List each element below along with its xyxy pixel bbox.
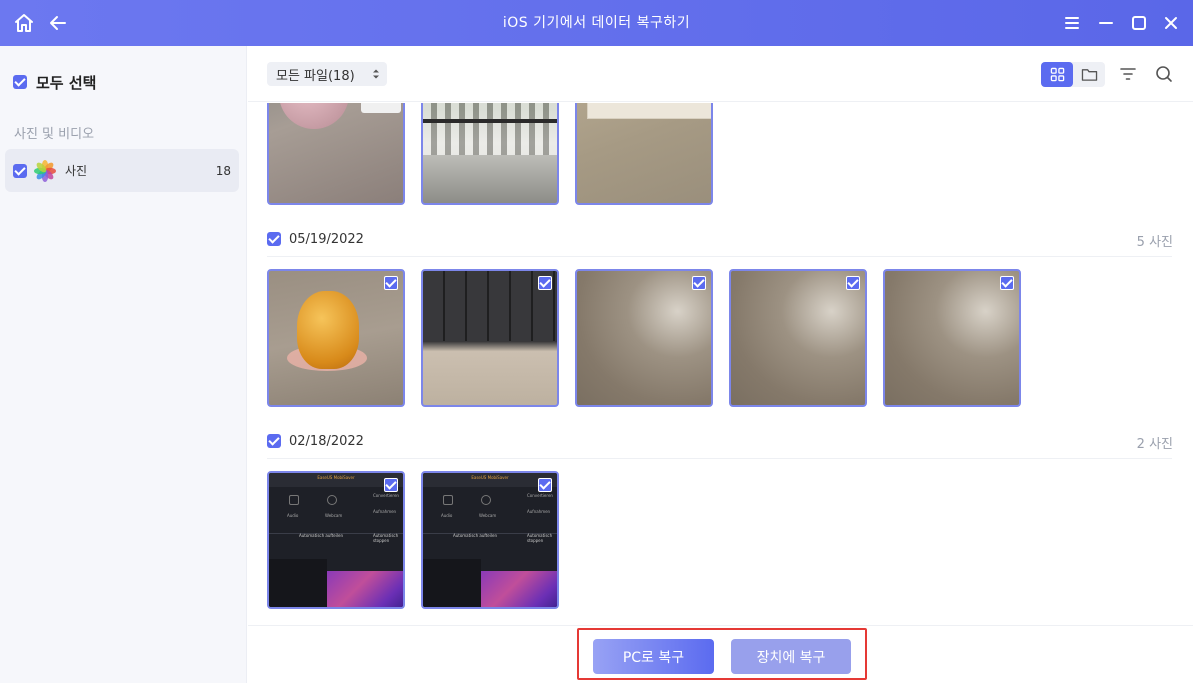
menu-icon[interactable]: [1060, 11, 1084, 35]
photo-thumbnail[interactable]: [575, 103, 713, 205]
photo-thumbnail[interactable]: EaseUS MobiSaver Convertieren Aufnahmen …: [267, 471, 405, 609]
group-date: 05/19/2022: [289, 231, 364, 247]
screenshot-label: Automatisch aufteilen: [453, 533, 497, 538]
group-photo-count: 2 사진: [1136, 437, 1173, 452]
maximize-icon[interactable]: [1127, 11, 1151, 35]
checkbox-checked-icon[interactable]: [267, 434, 281, 448]
photo-thumbnail[interactable]: [575, 269, 713, 407]
view-mode-toggle: [1041, 62, 1105, 87]
grid-view-button[interactable]: [1041, 62, 1073, 87]
photo-thumbnail[interactable]: EaseUS MobiSaver Convertieren Aufnahmen …: [421, 471, 559, 609]
select-arrows-icon: [373, 69, 379, 79]
photo-thumbnail[interactable]: [729, 269, 867, 407]
screenshot-label: Webcam: [479, 513, 497, 518]
checkbox-checked-icon[interactable]: [13, 75, 27, 89]
group-photo-count: 5 사진: [1136, 235, 1173, 250]
toolbar: 모든 파일(18): [248, 46, 1193, 102]
group-divider: [267, 458, 1172, 459]
select-all-label: 모두 선택: [36, 73, 97, 92]
photo-thumbnail[interactable]: [267, 103, 405, 205]
minimize-icon[interactable]: [1094, 11, 1118, 35]
recover-to-device-button[interactable]: 장치에 복구: [731, 639, 851, 674]
photos-app-icon: [33, 159, 57, 183]
screenshot-header: EaseUS MobiSaver: [317, 475, 355, 480]
screenshot-label: Convertieren: [527, 493, 553, 498]
screenshot-label: Audio: [287, 513, 299, 518]
group-date: 02/18/2022: [289, 433, 364, 449]
photo-thumbnail[interactable]: [267, 269, 405, 407]
checkbox-checked-icon[interactable]: [384, 478, 398, 492]
section-label: 사진 및 비디오: [14, 127, 95, 142]
checkbox-checked-icon[interactable]: [13, 163, 27, 178]
grid-view-icon: [1050, 67, 1064, 82]
action-bar: PC로 복구 장치에 복구: [248, 625, 1193, 683]
close-icon[interactable]: [1159, 11, 1183, 35]
screenshot-label: Audio: [441, 513, 453, 518]
date-group-header[interactable]: 05/19/2022: [267, 229, 364, 249]
screenshot-label: Webcam: [325, 513, 343, 518]
screenshot-label: Automatisch stoppen: [527, 533, 553, 543]
screenshot-header: EaseUS MobiSaver: [471, 475, 509, 480]
screenshot-label: Automatisch aufteilen: [299, 533, 343, 538]
sidebar-item-label: 사진: [65, 164, 88, 178]
sidebar: 모두 선택 사진 및 비디오 사진 18: [0, 46, 247, 683]
photo-grid: 05/19/2022 5 사진 02/18/2022 2 사진 EaseUS M…: [248, 103, 1193, 625]
date-group-header[interactable]: 02/18/2022: [267, 431, 364, 451]
photo-thumbnail[interactable]: [421, 103, 559, 205]
screenshot-label: Aufnahmen: [527, 509, 551, 514]
select-all-checkbox[interactable]: 모두 선택: [13, 72, 96, 92]
photo-thumbnail[interactable]: [883, 269, 1021, 407]
checkbox-checked-icon[interactable]: [1000, 276, 1014, 290]
window-title: iOS 기기에서 데이터 복구하기: [502, 15, 691, 31]
photo-thumbnail[interactable]: [421, 269, 559, 407]
checkbox-checked-icon[interactable]: [267, 232, 281, 246]
sidebar-item-photos[interactable]: 사진 18: [5, 149, 239, 192]
checkbox-checked-icon[interactable]: [538, 478, 552, 492]
screenshot-label: Automatisch stoppen: [373, 533, 399, 543]
recover-to-pc-button[interactable]: PC로 복구: [593, 639, 714, 674]
sidebar-item-count: 18: [215, 163, 231, 178]
checkbox-checked-icon[interactable]: [538, 276, 552, 290]
folder-view-icon: [1081, 69, 1097, 81]
search-icon[interactable]: [1153, 63, 1175, 85]
folder-view-button[interactable]: [1073, 62, 1105, 87]
checkbox-checked-icon[interactable]: [846, 276, 860, 290]
filter-icon[interactable]: [1117, 63, 1139, 85]
checkbox-checked-icon[interactable]: [384, 276, 398, 290]
group-divider: [267, 256, 1172, 257]
file-filter-value: 모든 파일(18): [276, 68, 355, 84]
screenshot-label: Convertieren: [373, 493, 399, 498]
title-bar: iOS 기기에서 데이터 복구하기: [0, 0, 1193, 46]
file-filter-select[interactable]: 모든 파일(18): [267, 62, 387, 86]
screenshot-label: Aufnahmen: [373, 509, 397, 514]
checkbox-checked-icon[interactable]: [692, 276, 706, 290]
